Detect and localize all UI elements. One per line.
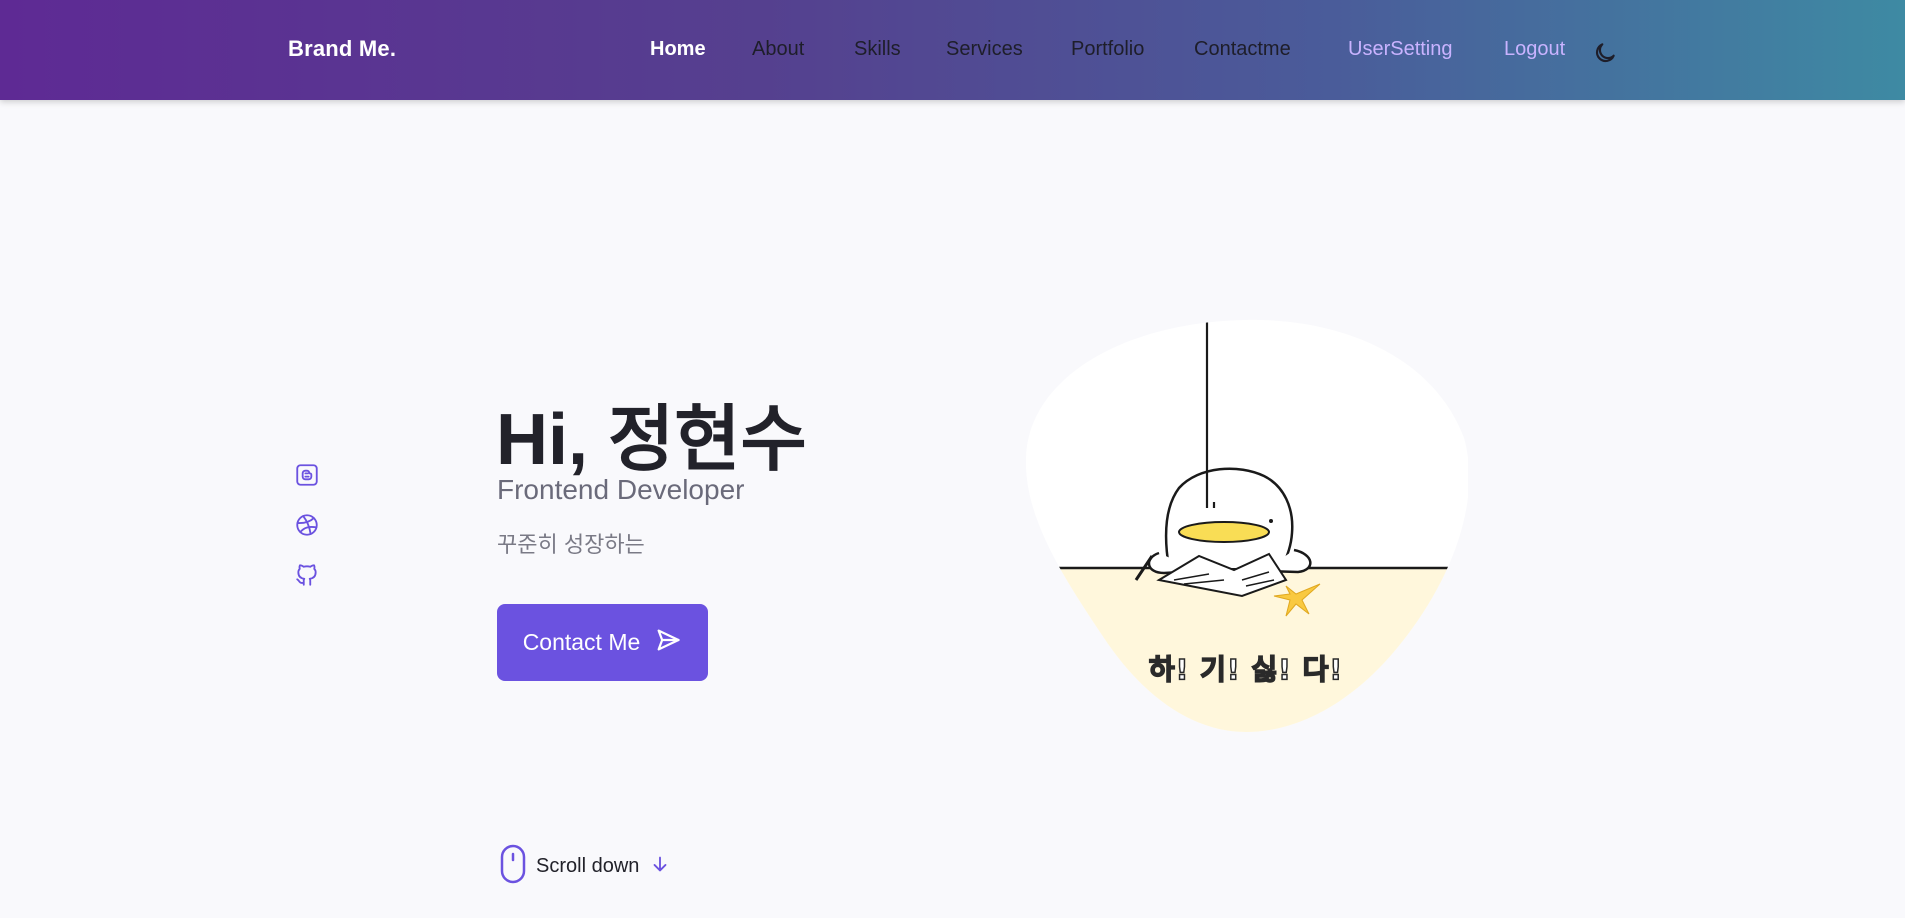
hero-illustration: 하! 기! 싫! 다! xyxy=(1024,318,1468,732)
nav-home[interactable]: Home xyxy=(650,38,706,61)
nav-skills[interactable]: Skills xyxy=(854,38,901,61)
nav-contactme[interactable]: Contactme xyxy=(1194,38,1291,61)
scroll-down-link[interactable]: Scroll down xyxy=(500,844,671,889)
nav-about[interactable]: About xyxy=(752,38,804,61)
nav-logout[interactable]: Logout xyxy=(1504,38,1565,61)
hero-description: 꾸준히 성장하는 xyxy=(497,532,645,557)
brand-logo[interactable]: Brand Me. xyxy=(288,36,396,62)
hero-subtitle: Frontend Developer xyxy=(497,474,745,505)
dribbble-icon[interactable] xyxy=(294,512,320,538)
nav-portfolio[interactable]: Portfolio xyxy=(1071,38,1144,61)
send-icon xyxy=(654,626,682,660)
hero-title: Hi, 정현수 xyxy=(496,400,807,480)
contact-me-label: Contact Me xyxy=(522,629,641,655)
contact-me-button[interactable]: Contact Me xyxy=(497,604,708,681)
mouse-icon xyxy=(500,844,526,889)
github-icon[interactable] xyxy=(294,562,320,588)
moon-icon[interactable] xyxy=(1592,40,1618,66)
scroll-down-label: Scroll down xyxy=(536,854,640,877)
nav-services[interactable]: Services xyxy=(946,38,1023,61)
arrow-down-icon xyxy=(649,853,671,880)
blog-icon[interactable] xyxy=(294,462,320,488)
nav-usersetting[interactable]: UserSetting xyxy=(1348,38,1453,61)
site-header: Brand Me. Home About Skills Services Por… xyxy=(0,0,1905,100)
illustration-caption: 하! 기! 싫! 다! xyxy=(1148,652,1344,687)
